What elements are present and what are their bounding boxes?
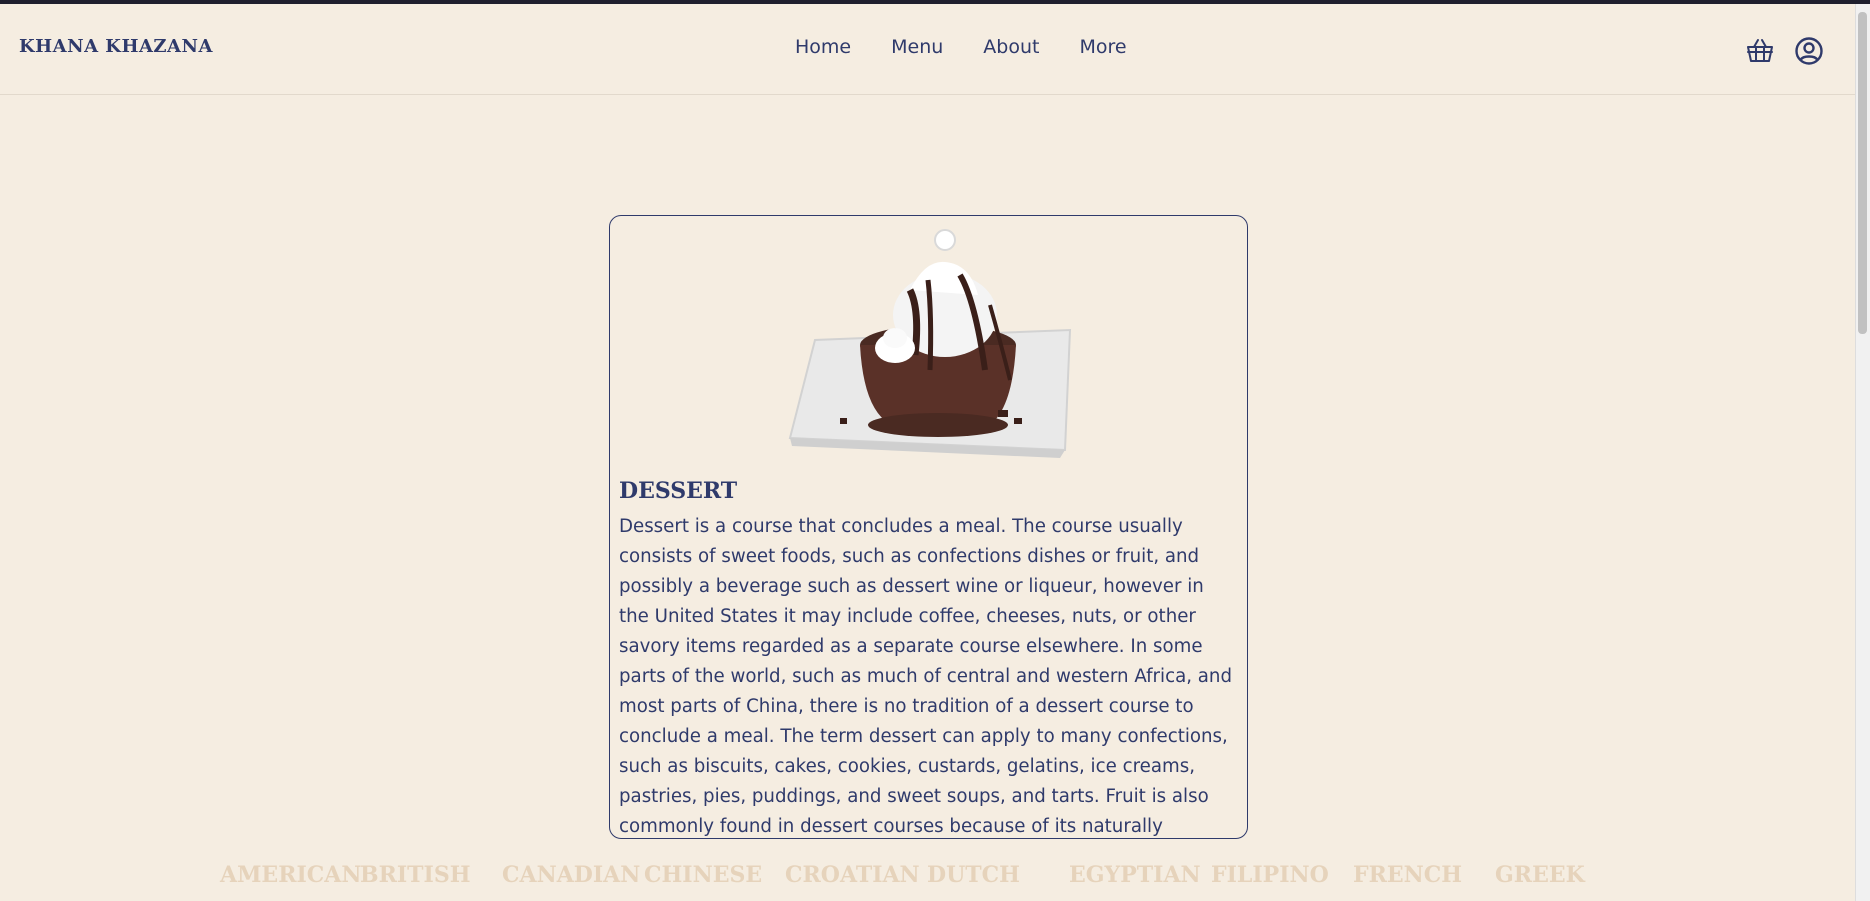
scrollbar-thumb[interactable] bbox=[1858, 12, 1867, 334]
brand-logo[interactable]: KHANA KHAZANA bbox=[19, 36, 213, 57]
cuisine-british[interactable]: BRITISH bbox=[360, 862, 471, 888]
user-circle-icon[interactable] bbox=[1794, 36, 1824, 66]
cuisine-american[interactable]: AMERICAN bbox=[220, 862, 361, 888]
cuisine-egyptian[interactable]: EGYPTIAN bbox=[1069, 862, 1201, 888]
cuisine-filipino[interactable]: FILIPINO bbox=[1211, 862, 1329, 888]
cuisine-greek[interactable]: GREEK bbox=[1495, 862, 1585, 888]
card-description: Dessert is a course that concludes a mea… bbox=[619, 516, 1232, 837]
main-nav: Home Menu About More bbox=[795, 36, 1127, 58]
cuisine-croatian[interactable]: CROATIAN bbox=[785, 862, 920, 888]
cuisine-canadian[interactable]: CANADIAN bbox=[502, 862, 640, 888]
cuisine-strip: AMERICAN BRITISH CANADIAN CHINESE CROATI… bbox=[0, 858, 1856, 901]
dessert-card: DESSERT Dessert is a course that conclud… bbox=[609, 215, 1248, 839]
nav-home[interactable]: Home bbox=[795, 36, 851, 58]
cuisine-chinese[interactable]: CHINESE bbox=[644, 862, 762, 888]
nav-about[interactable]: About bbox=[983, 36, 1039, 58]
basket-icon[interactable] bbox=[1745, 36, 1775, 66]
cuisine-dutch[interactable]: DUTCH bbox=[927, 862, 1020, 888]
page-scrollbar[interactable] bbox=[1855, 4, 1870, 901]
nav-more[interactable]: More bbox=[1079, 36, 1126, 58]
dessert-image bbox=[760, 220, 1090, 470]
site-header: KHANA KHAZANA Home Menu About More bbox=[0, 4, 1856, 95]
nav-menu[interactable]: Menu bbox=[891, 36, 943, 58]
cuisine-french[interactable]: FRENCH bbox=[1353, 862, 1462, 888]
card-title: DESSERT bbox=[619, 478, 738, 504]
